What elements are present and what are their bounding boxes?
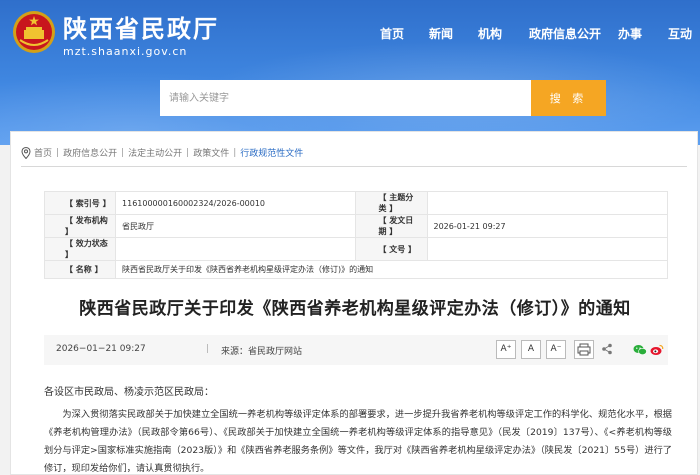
weibo-icon[interactable] — [650, 344, 664, 356]
search-box — [160, 80, 531, 116]
breadcrumb-normative-docs[interactable]: 行政规范性文件 — [240, 146, 303, 159]
national-emblem-icon[interactable] — [12, 10, 56, 54]
print-button[interactable] — [574, 340, 594, 359]
print-icon — [577, 343, 591, 356]
breadcrumb-gov-info[interactable]: 政府信息公开 — [63, 146, 117, 159]
table-row: 【 效力状态 】 【 文号 】 — [43, 237, 668, 261]
article-info-bar: 2026−01−21 09:27 | 来源： 省民政厅网站 A⁺ A A⁻ — [44, 335, 668, 365]
search-input[interactable] — [160, 80, 531, 116]
theme-label: 【 主题分类 】 — [355, 191, 428, 215]
source-value: 省民政厅网站 — [248, 347, 303, 357]
name-label: 【 名称 】 — [43, 260, 117, 279]
name-value: 陕西省民政厅关于印发《陕西省养老机构星级评定办法（修订)》的通知 — [115, 260, 668, 279]
breadcrumb-divider — [21, 166, 687, 167]
issue-date-value: 2026-01-21 09:27 — [426, 214, 668, 238]
nav-item-organization[interactable]: 机构 — [478, 25, 502, 42]
site-header: 陕西省民政厅 mzt.shaanxi.gov.cn 首页 新闻 机构 政府信息公… — [0, 0, 700, 145]
index-label: 【 索引号 】 — [43, 191, 117, 215]
salutation: 各设区市民政局、杨凌示范区民政局： — [44, 387, 214, 398]
wechat-icon[interactable] — [633, 344, 647, 356]
document-meta-table: 【 索引号 】 116100000160002324/2026-00010 【 … — [43, 191, 668, 279]
issuer-value: 省民政厅 — [115, 214, 357, 238]
breadcrumb-statutory[interactable]: 法定主动公开 — [128, 146, 182, 159]
article-paragraph: 为深入贯彻落实民政部关于加快建立全国统一养老机构等级评定体系的部署要求，进一步提… — [44, 409, 672, 474]
article-title: 陕西省民政厅关于印发《陕西省养老机构星级评定办法（修订）》的通知 — [79, 299, 631, 319]
nav-item-news[interactable]: 新闻 — [429, 25, 453, 42]
issue-date-label: 【 发文日期 】 — [355, 214, 428, 238]
doc-number-label: 【 文号 】 — [355, 237, 428, 261]
table-row: 【 名称 】 陕西省民政厅关于印发《陕西省养老机构星级评定办法（修订)》的通知 — [43, 260, 668, 279]
breadcrumb-separator: | — [56, 147, 60, 158]
theme-value — [426, 191, 668, 215]
share-icon[interactable] — [601, 343, 613, 355]
table-row: 【 索引号 】 116100000160002324/2026-00010 【 … — [43, 191, 668, 215]
search-button[interactable]: 搜 索 — [531, 80, 606, 116]
doc-number-value — [426, 237, 668, 261]
index-value: 116100000160002324/2026-00010 — [115, 191, 357, 215]
info-separator: | — [206, 344, 210, 354]
breadcrumb-separator: | — [233, 147, 237, 158]
publish-date: 2026−01−21 09:27 — [56, 344, 146, 354]
main-content: 首页 | 政府信息公开 | 法定主动公开 | 政策文件 | 行政规范性文件 【 … — [10, 131, 698, 475]
nav-item-interaction[interactable]: 互动 — [668, 25, 692, 42]
font-default-button[interactable]: A — [521, 340, 541, 359]
breadcrumb-separator: | — [186, 147, 190, 158]
breadcrumb-home[interactable]: 首页 — [34, 146, 52, 159]
breadcrumb-policy-docs[interactable]: 政策文件 — [193, 146, 229, 159]
font-increase-button[interactable]: A⁺ — [496, 340, 516, 359]
table-row: 【 发布机构 】 省民政厅 【 发文日期 】 2026-01-21 09:27 — [43, 214, 668, 238]
status-label: 【 效力状态 】 — [43, 237, 117, 261]
source-label: 来源： — [221, 347, 249, 357]
status-value — [115, 237, 357, 261]
issuer-label: 【 发布机构 】 — [43, 214, 117, 238]
nav-item-home[interactable]: 首页 — [380, 25, 404, 42]
breadcrumb-separator: | — [121, 147, 125, 158]
font-decrease-button[interactable]: A⁻ — [546, 340, 566, 359]
nav-item-services[interactable]: 办事 — [618, 25, 642, 42]
location-pin-icon — [21, 146, 31, 159]
nav-item-gov-info[interactable]: 政府信息公开 — [529, 25, 601, 42]
site-title[interactable]: 陕西省民政厅 — [63, 9, 219, 44]
site-domain: mzt.shaanxi.gov.cn — [63, 45, 188, 58]
breadcrumb: 首页 | 政府信息公开 | 法定主动公开 | 政策文件 | 行政规范性文件 — [21, 146, 303, 159]
